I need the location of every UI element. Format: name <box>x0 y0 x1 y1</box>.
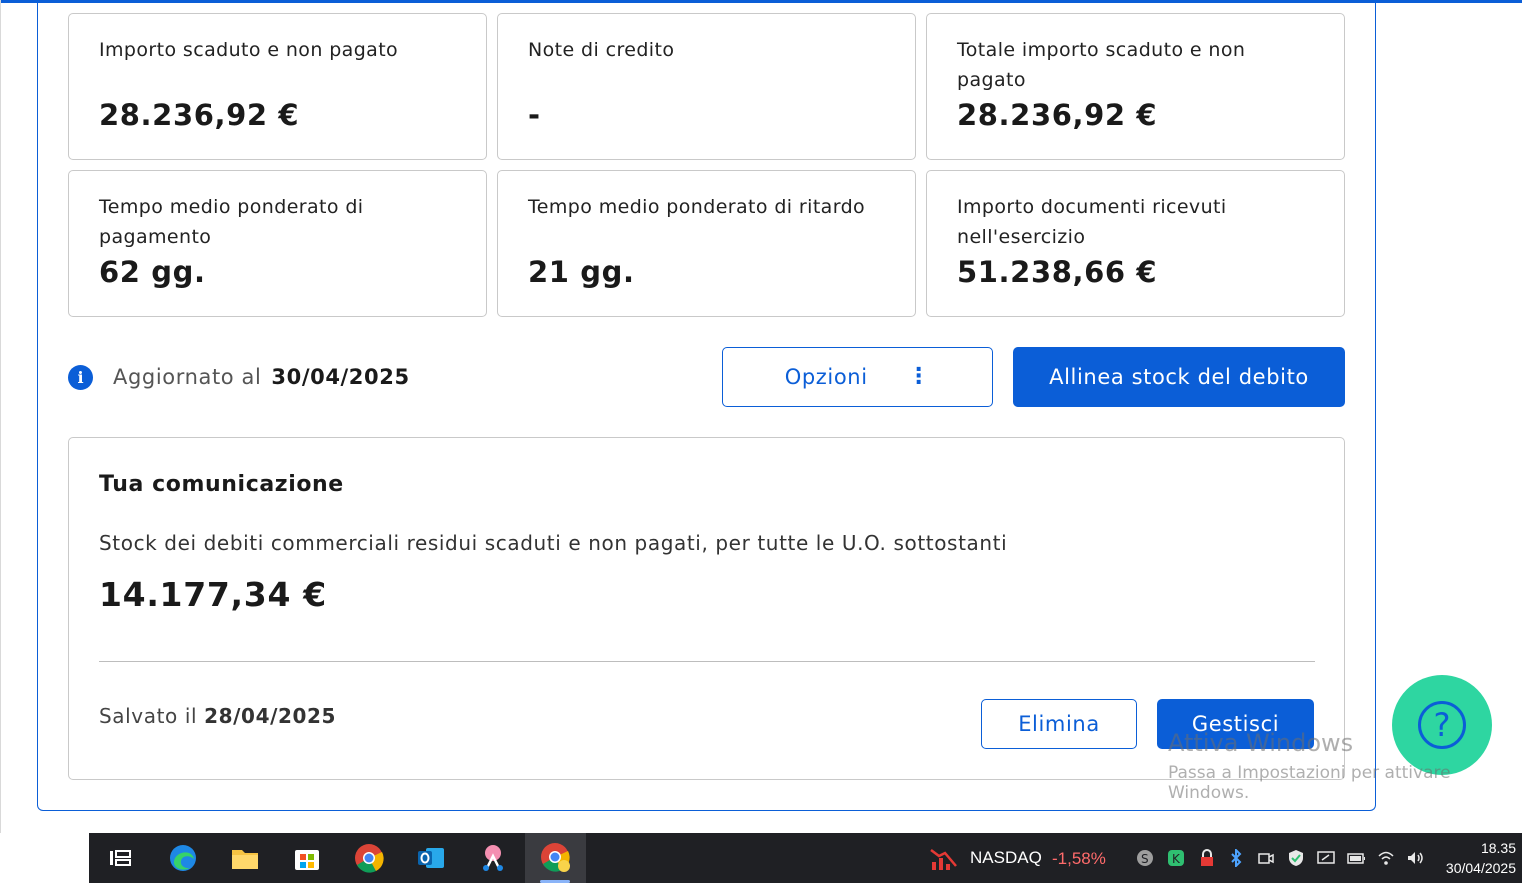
card-label: Tempo medio ponderato di pagamento <box>99 196 364 248</box>
taskbar: NASDAQ -1,58% S K 18.35 30/04/2025 <box>0 833 1522 883</box>
skype-icon[interactable]: S <box>1136 849 1154 867</box>
volume-icon[interactable] <box>1406 849 1424 867</box>
card-total-overdue: Totale importo scaduto e non pagato 28.2… <box>926 13 1345 160</box>
card-avg-delay-time: Tempo medio ponderato di ritardo 21 gg. <box>497 170 916 317</box>
snipping-tool-icon[interactable] <box>477 842 509 874</box>
help-button[interactable]: ? <box>1392 675 1492 775</box>
taskbar-clock[interactable]: 18.35 30/04/2025 <box>1432 838 1516 878</box>
watermark-subtitle: Passa a Impostazioni per attivare Window… <box>1168 763 1451 803</box>
camera-icon[interactable] <box>1257 849 1275 867</box>
chrome-profile-icon[interactable] <box>540 842 572 874</box>
card-label: Importo scaduto e non pagato <box>99 39 399 61</box>
divider <box>99 661 1315 662</box>
card-label: Importo documenti ricevuti nell'esercizi… <box>957 196 1227 248</box>
align-debt-stock-button[interactable]: Allinea stock del debito <box>1013 347 1345 407</box>
left-divider <box>0 0 1 833</box>
communication-value: 14.177,34 € <box>99 575 327 614</box>
clock-time: 18.35 <box>1480 840 1516 856</box>
communication-title: Tua comunicazione <box>99 472 344 497</box>
kebab-menu-icon: ⋮ <box>907 364 931 389</box>
clock-date: 30/04/2025 <box>1445 860 1516 876</box>
task-view-icon[interactable] <box>104 842 136 874</box>
stock-chart-icon[interactable] <box>928 842 960 874</box>
security-lock-icon[interactable] <box>1198 849 1216 867</box>
taskbar-search-area[interactable] <box>0 833 89 883</box>
card-value: 28.236,92 € <box>99 98 300 132</box>
card-label: Totale importo scaduto e non pagato <box>957 39 1246 91</box>
defender-shield-icon[interactable] <box>1287 849 1305 867</box>
display-icon[interactable] <box>1317 849 1335 867</box>
card-label: Tempo medio ponderato di ritardo <box>528 196 866 218</box>
outlook-icon[interactable] <box>415 842 447 874</box>
communication-card: Tua comunicazione Stock dei debiti comme… <box>68 437 1345 780</box>
microsoft-store-icon[interactable] <box>291 842 323 874</box>
svg-text:K: K <box>1172 852 1181 866</box>
communication-description: Stock dei debiti commerciali residui sca… <box>99 531 1008 555</box>
wifi-icon[interactable] <box>1377 849 1395 867</box>
update-label: Aggiornato al <box>113 365 262 389</box>
align-debt-stock-label: Allinea stock del debito <box>1049 365 1309 389</box>
ticker-name: NASDAQ <box>970 848 1042 867</box>
delete-label: Elimina <box>1018 712 1100 736</box>
svg-text:S: S <box>1141 852 1149 866</box>
battery-icon[interactable] <box>1347 849 1365 867</box>
card-value: 62 gg. <box>99 255 206 289</box>
card-overdue-amount: Importo scaduto e non pagato 28.236,92 € <box>68 13 487 160</box>
ticker-change: -1,58% <box>1052 849 1106 868</box>
bluetooth-icon[interactable] <box>1227 849 1245 867</box>
card-label: Note di credito <box>528 39 675 61</box>
question-icon: ? <box>1418 701 1466 749</box>
info-icon: i <box>68 364 93 390</box>
card-value: 28.236,92 € <box>957 98 1158 132</box>
kaspersky-icon[interactable]: K <box>1167 849 1185 867</box>
saved-info: Salvato il 28/04/2025 <box>99 704 336 728</box>
update-date: 30/04/2025 <box>271 365 410 389</box>
edge-browser-icon[interactable] <box>167 842 199 874</box>
card-documents-received: Importo documenti ricevuti nell'esercizi… <box>926 170 1345 317</box>
options-button[interactable]: Opzioni ⋮ <box>722 347 993 407</box>
delete-button[interactable]: Elimina <box>981 699 1137 749</box>
card-credit-notes: Note di credito - <box>497 13 916 160</box>
card-avg-payment-time: Tempo medio ponderato di pagamento 62 gg… <box>68 170 487 317</box>
card-value: 21 gg. <box>528 255 635 289</box>
file-explorer-icon[interactable] <box>229 842 261 874</box>
card-value: 51.238,66 € <box>957 255 1158 289</box>
watermark-title: Attiva Windows <box>1168 729 1354 757</box>
card-value: - <box>528 98 541 132</box>
options-label: Opzioni <box>784 365 868 389</box>
update-info: i Aggiornato al 30/04/2025 <box>68 362 410 392</box>
saved-date: 28/04/2025 <box>204 704 337 728</box>
chrome-icon[interactable] <box>353 842 385 874</box>
saved-label: Salvato il <box>99 704 198 728</box>
